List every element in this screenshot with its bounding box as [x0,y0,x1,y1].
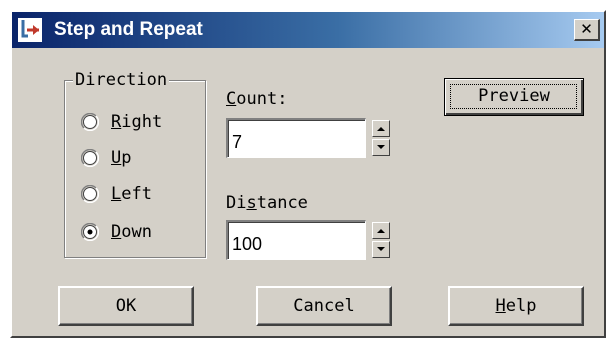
arrow-down-icon [377,247,385,251]
radio-circle-icon[interactable] [81,185,99,203]
window-title: Step and Repeat [54,19,203,40]
count-up-button[interactable] [372,120,390,137]
radio-selected-icon[interactable] [81,223,99,241]
radio-left[interactable]: Left [81,183,201,205]
close-button[interactable]: ✕ [574,19,600,41]
distance-up-button[interactable] [372,222,390,239]
close-icon: ✕ [580,20,593,38]
radio-up[interactable]: Up [81,147,201,169]
title-bar[interactable]: Step and Repeat ✕ [12,12,604,48]
radio-circle-icon[interactable] [81,149,99,167]
preview-button[interactable]: Preview [444,78,584,116]
preview-label: Preview [478,86,550,106]
radio-label-left: Left [111,184,152,204]
arrow-up-icon [377,229,385,233]
radio-right[interactable]: Right [81,111,201,133]
radio-circle-icon[interactable] [81,113,99,131]
count-down-button[interactable] [372,139,390,156]
help-button[interactable]: Help [448,286,584,326]
radio-label-up: Up [111,148,132,168]
help-label: Help [495,296,537,316]
direction-group: Direction Right Up Left Down [64,70,206,258]
distance-label: Distance [226,193,308,213]
app-icon [18,18,42,42]
cancel-button[interactable]: Cancel [256,286,392,326]
count-input[interactable] [226,118,366,158]
count-label: Count: [226,89,288,109]
radio-label-down: Down [111,222,152,242]
direction-legend: Direction [73,70,170,90]
arrow-down-icon [377,145,385,149]
arrow-up-icon [377,127,385,131]
radio-down[interactable]: Down [81,221,201,243]
distance-down-button[interactable] [372,241,390,258]
distance-input[interactable] [226,220,366,260]
ok-button[interactable]: OK [58,286,194,326]
radio-label-right: Right [111,112,163,132]
cancel-label: Cancel [293,296,355,316]
step-and-repeat-dialog: Step and Repeat ✕ Direction Right Up Lef… [10,10,606,338]
ok-label: OK [115,296,137,316]
